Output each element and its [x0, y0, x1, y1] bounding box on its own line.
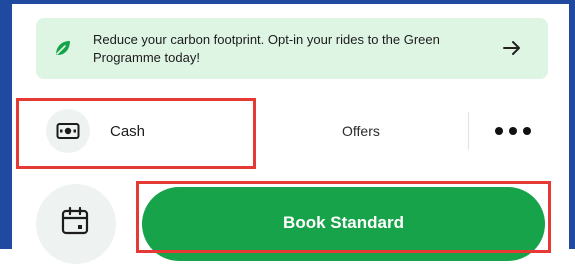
book-button-highlight: [136, 181, 551, 253]
offers-button[interactable]: Offers: [342, 123, 380, 139]
schedule-ride-button[interactable]: [36, 184, 116, 264]
banner-text: Reduce your carbon footprint. Opt-in you…: [93, 32, 440, 65]
payment-method-highlight: [16, 98, 256, 169]
calendar-icon: [61, 206, 89, 235]
window-frame-right: [569, 0, 575, 249]
more-dots-icon[interactable]: [495, 122, 531, 140]
window-frame-left: [0, 0, 12, 249]
green-programme-banner[interactable]: Reduce your carbon footprint. Opt-in you…: [36, 18, 548, 79]
divider: [468, 112, 469, 150]
leaf-icon: [56, 41, 70, 55]
arrow-right-icon[interactable]: [499, 35, 525, 61]
